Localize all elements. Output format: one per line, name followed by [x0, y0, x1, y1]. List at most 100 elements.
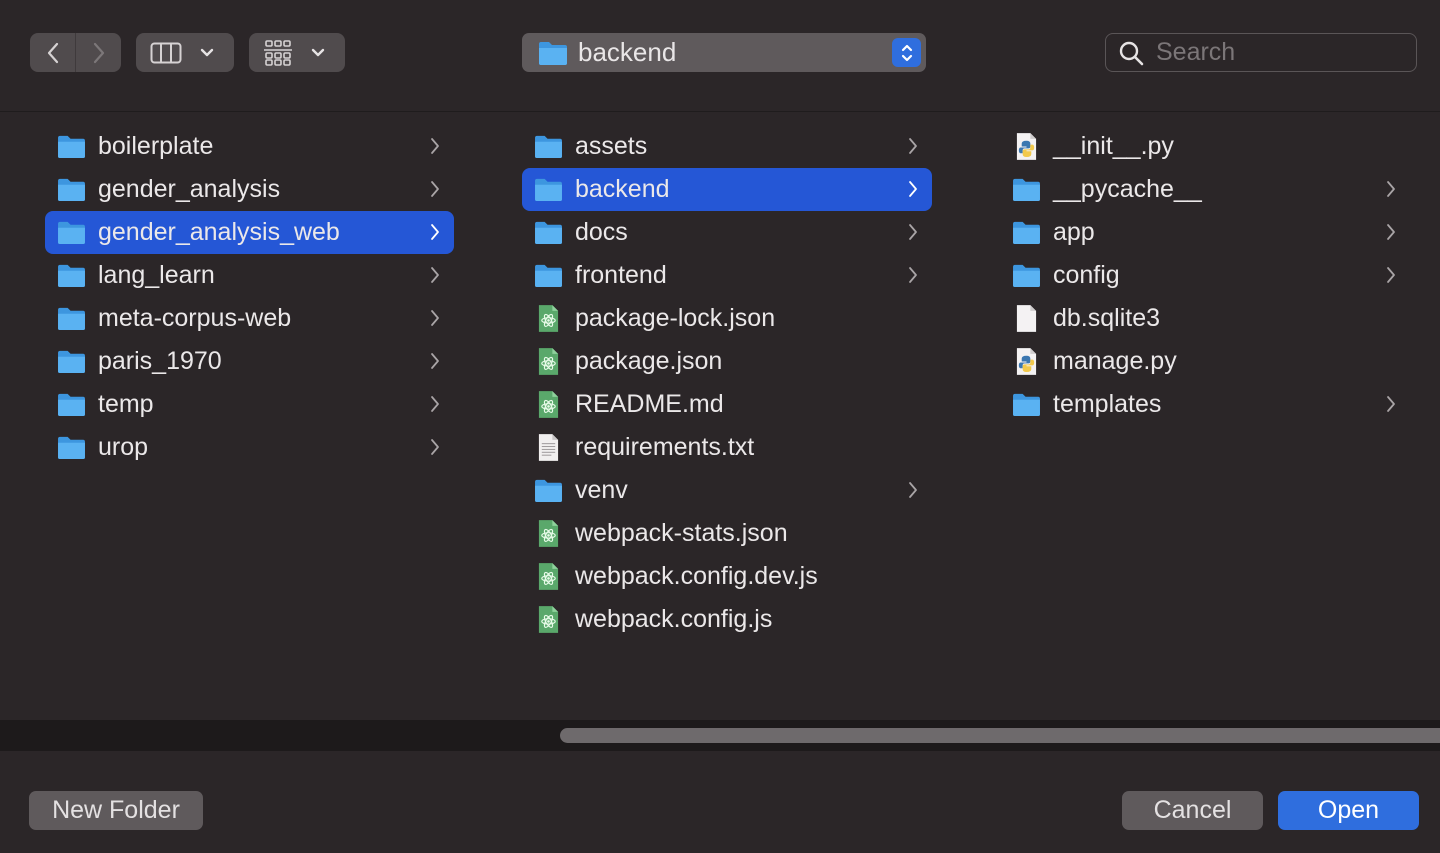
item-name: frontend: [575, 261, 667, 289]
list-item[interactable]: webpack-stats.json: [522, 512, 932, 555]
dialog-footer: New Folder Cancel Open: [0, 751, 1440, 853]
forward-button[interactable]: [75, 33, 121, 72]
item-name: webpack.config.js: [575, 605, 773, 633]
chevron-left-icon: [47, 42, 58, 63]
list-item[interactable]: meta-corpus-web: [45, 297, 454, 340]
chevron-right-icon: [431, 310, 439, 326]
list-item[interactable]: app: [1000, 211, 1410, 254]
list-item[interactable]: webpack.config.dev.js: [522, 555, 932, 598]
text-file-icon: [534, 433, 563, 462]
item-name: README.md: [575, 390, 724, 418]
chevron-right-icon: [431, 181, 439, 197]
list-item[interactable]: docs: [522, 211, 932, 254]
folder-icon: [57, 132, 86, 161]
chevron-right-icon: [1387, 396, 1395, 412]
item-name: webpack-stats.json: [575, 519, 788, 547]
group-by-button[interactable]: [249, 33, 345, 72]
item-name: manage.py: [1053, 347, 1177, 375]
chevron-right-icon: [909, 267, 917, 283]
list-item[interactable]: boilerplate: [45, 125, 454, 168]
search-icon: [1119, 41, 1144, 65]
search-field[interactable]: [1105, 33, 1417, 72]
list-item[interactable]: requirements.txt: [522, 426, 932, 469]
atom-file-icon: [534, 605, 563, 634]
list-item[interactable]: config: [1000, 254, 1410, 297]
column-browser: boilerplate gender_analysis gender_analysi…: [0, 113, 1440, 720]
up-down-chevron-icon: [901, 44, 912, 61]
atom-file-icon: [534, 347, 563, 376]
item-name: gender_analysis_web: [98, 218, 340, 246]
list-item[interactable]: package-lock.json: [522, 297, 932, 340]
item-name: webpack.config.dev.js: [575, 562, 818, 590]
list-item[interactable]: lang_learn: [45, 254, 454, 297]
column-2: assets backend docs frontend package-lock.js…: [522, 125, 932, 641]
list-item[interactable]: templates: [1000, 383, 1410, 426]
list-item[interactable]: urop: [45, 426, 454, 469]
list-item[interactable]: manage.py: [1000, 340, 1410, 383]
item-name: meta-corpus-web: [98, 304, 292, 332]
folder-icon: [57, 347, 86, 376]
horizontal-scrollbar[interactable]: [0, 720, 1440, 751]
chevron-right-icon: [909, 138, 917, 154]
chevron-right-icon: [1387, 224, 1395, 240]
item-name: package.json: [575, 347, 723, 375]
item-name: app: [1053, 218, 1095, 246]
list-item[interactable]: temp: [45, 383, 454, 426]
search-input[interactable]: [1156, 38, 1406, 67]
item-name: requirements.txt: [575, 433, 755, 461]
scrollbar-thumb[interactable]: [560, 728, 1440, 743]
folder-icon: [534, 132, 563, 161]
new-folder-button[interactable]: New Folder: [29, 791, 203, 830]
list-item[interactable]: README.md: [522, 383, 932, 426]
view-mode-button[interactable]: [136, 33, 234, 72]
folder-icon: [534, 175, 563, 204]
folder-icon: [57, 261, 86, 290]
folder-icon: [57, 218, 86, 247]
chevron-right-icon: [909, 224, 917, 240]
list-item[interactable]: backend: [522, 168, 932, 211]
folder-icon: [57, 175, 86, 204]
list-item[interactable]: package.json: [522, 340, 932, 383]
chevron-right-icon: [909, 181, 917, 197]
item-name: boilerplate: [98, 132, 214, 160]
folder-icon: [1012, 218, 1041, 247]
chevron-right-icon: [93, 42, 104, 63]
item-name: lang_learn: [98, 261, 215, 289]
popup-stepper[interactable]: [892, 38, 921, 67]
path-popup[interactable]: backend: [522, 33, 926, 72]
chevron-right-icon: [909, 482, 917, 498]
chevron-right-icon: [431, 138, 439, 154]
item-name: assets: [575, 132, 648, 160]
open-button[interactable]: Open: [1278, 791, 1419, 830]
chevron-right-icon: [431, 224, 439, 240]
path-label: backend: [578, 37, 677, 67]
list-item[interactable]: venv: [522, 469, 932, 512]
list-item[interactable]: __pycache__: [1000, 168, 1410, 211]
cancel-button[interactable]: Cancel: [1122, 791, 1263, 830]
list-item[interactable]: webpack.config.js: [522, 598, 932, 641]
chevron-right-icon: [431, 267, 439, 283]
folder-icon: [1012, 261, 1041, 290]
blank-file-icon: [1012, 304, 1041, 333]
item-name: package-lock.json: [575, 304, 776, 332]
item-name: urop: [98, 433, 149, 461]
item-name: __pycache__: [1053, 175, 1202, 203]
list-item[interactable]: __init__.py: [1000, 125, 1410, 168]
python-file-icon: [1012, 347, 1041, 376]
folder-icon: [57, 304, 86, 333]
item-name: db.sqlite3: [1053, 304, 1161, 332]
back-forward-group: [30, 33, 121, 72]
atom-file-icon: [534, 562, 563, 591]
folder-icon: [57, 433, 86, 462]
item-name: __init__.py: [1053, 132, 1174, 160]
list-item[interactable]: assets: [522, 125, 932, 168]
folder-icon: [57, 390, 86, 419]
list-item[interactable]: paris_1970: [45, 340, 454, 383]
list-item[interactable]: frontend: [522, 254, 932, 297]
back-button[interactable]: [30, 33, 75, 72]
list-item[interactable]: db.sqlite3: [1000, 297, 1410, 340]
chevron-down-icon: [200, 48, 214, 56]
list-item[interactable]: gender_analysis: [45, 168, 454, 211]
item-name: gender_analysis: [98, 175, 281, 203]
list-item[interactable]: gender_analysis_web: [45, 211, 454, 254]
